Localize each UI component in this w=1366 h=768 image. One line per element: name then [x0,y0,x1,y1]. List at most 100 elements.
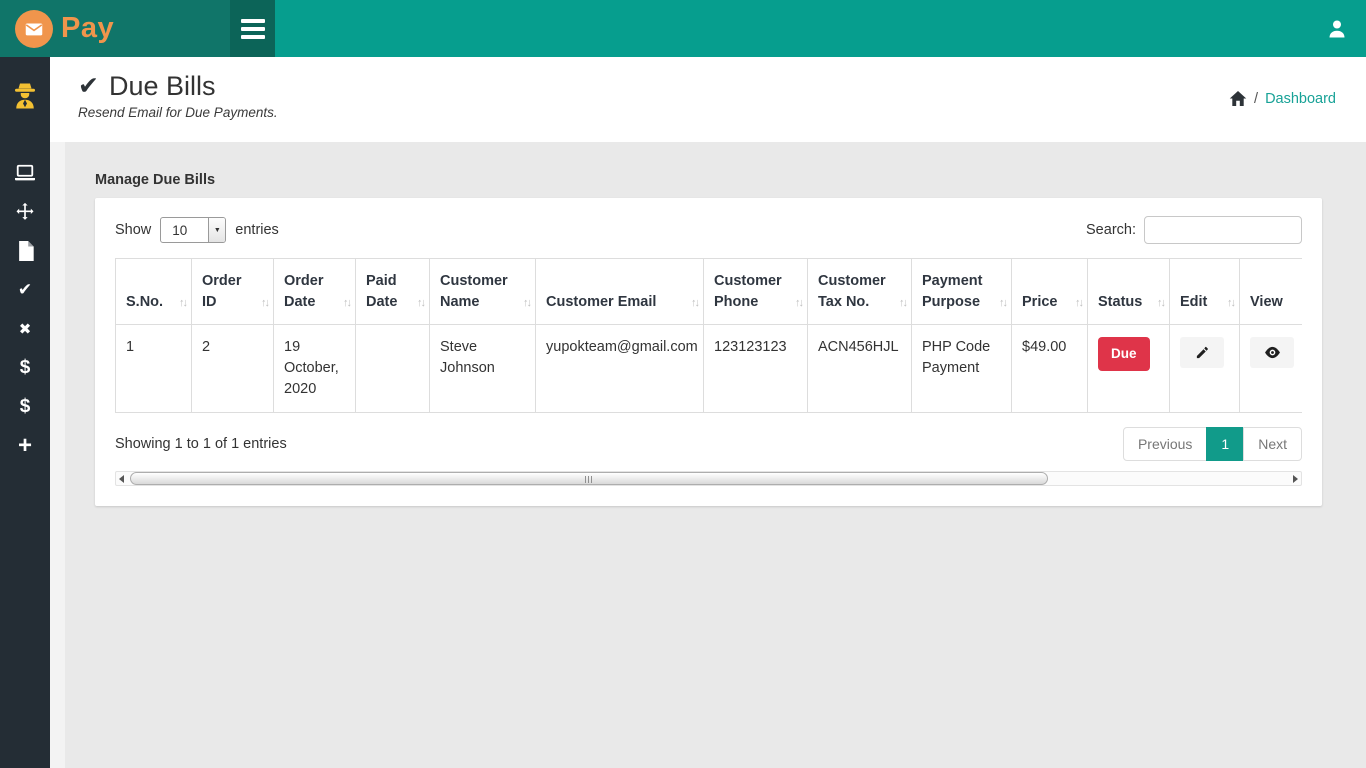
column-header-order-id[interactable]: Order ID↑↓ [192,259,274,325]
previous-page-button[interactable]: Previous [1123,427,1207,461]
scroll-right-icon[interactable] [1293,475,1298,483]
sort-icon: ↑↓ [691,296,698,312]
search-box: Search: [1086,216,1302,244]
column-header-customer-name[interactable]: Customer Name↑↓ [430,259,536,325]
close-icon: ✖ [19,320,32,338]
eye-icon [1264,345,1281,360]
view-button[interactable] [1250,337,1294,368]
laptop-icon [14,163,36,183]
cell-sno: 1 [116,325,192,413]
cell-view [1240,325,1303,413]
column-header-view[interactable]: View↑↓ [1240,259,1303,325]
status-badge-due[interactable]: Due [1098,337,1150,371]
cell-order-id: 2 [192,325,274,413]
cell-payment-purpose: PHP Code Payment [912,325,1012,413]
cell-price: $49.00 [1012,325,1088,413]
breadcrumb-separator: / [1254,91,1258,107]
file-icon [17,241,34,261]
cell-customer-name: Steve Johnson [430,325,536,413]
sort-icon: ↑↓ [1157,296,1164,312]
dollar-icon: $ [20,357,31,379]
scrollbar-thumb[interactable] [130,472,1048,485]
sort-icon: ↑↓ [261,296,268,312]
table-controls: Show 10 ▼ entries Search: [115,216,1302,244]
table-scroll-region: S.No.↑↓ Order ID↑↓ Order Date↑↓ Paid Dat… [115,258,1302,413]
move-icon [15,202,35,222]
pagination: Previous 1 Next [1124,427,1302,461]
next-page-button[interactable]: Next [1243,427,1302,461]
user-menu-button[interactable] [1308,0,1366,57]
sort-icon: ↑↓ [343,296,350,312]
column-header-sno[interactable]: S.No.↑↓ [116,259,192,325]
column-header-price[interactable]: Price↑↓ [1012,259,1088,325]
navbar [275,0,1366,57]
sort-icon: ↑↓ [179,296,186,312]
sidebar-item-payments[interactable]: $ [0,348,50,387]
home-icon[interactable] [1229,90,1247,107]
edit-button[interactable] [1180,337,1224,368]
horizontal-scrollbar[interactable] [115,471,1302,486]
column-header-customer-phone[interactable]: Customer Phone↑↓ [704,259,808,325]
column-header-customer-email[interactable]: Customer Email↑↓ [536,259,704,325]
section-heading: Manage Due Bills [95,172,1322,188]
sort-icon: ↑↓ [1075,296,1082,312]
brand-logo[interactable]: Pay [0,0,230,57]
cell-customer-phone: 123123123 [704,325,808,413]
page-subtitle: Resend Email for Due Payments. [78,105,1336,120]
dollar-icon: $ [20,396,31,418]
sort-icon: ↑↓ [795,296,802,312]
check-icon: ✔ [78,74,99,99]
sidebar-item-user-secret[interactable] [0,73,50,119]
sort-icon: ↑↓ [523,296,530,312]
breadcrumb-link-dashboard[interactable]: Dashboard [1265,91,1336,107]
chevron-down-icon: ▼ [208,218,225,242]
check-icon: ✔ [18,280,32,300]
scroll-left-icon[interactable] [119,475,124,483]
table-footer: Showing 1 to 1 of 1 entries Previous 1 N… [115,427,1302,461]
scrollbar-grip-icon [585,476,593,483]
sidebar-item-add-new[interactable]: + [0,426,50,465]
plus-icon: + [18,436,32,456]
due-bills-table: S.No.↑↓ Order ID↑↓ Order Date↑↓ Paid Dat… [115,258,1302,413]
sort-icon: ↑↓ [1227,296,1234,312]
sidebar: ✔ ✖ $ $ + [0,57,50,768]
due-bills-card: Show 10 ▼ entries Search: [95,198,1322,506]
sort-icon: ↑↓ [999,296,1006,312]
page-title: Due Bills [109,71,216,102]
user-icon [1325,17,1349,41]
entries-info: Showing 1 to 1 of 1 entries [115,436,287,452]
envelope-icon [15,10,53,48]
sidebar-item-due-bills[interactable]: ✖ [0,309,50,348]
column-header-customer-tax-no[interactable]: Customer Tax No.↑↓ [808,259,912,325]
cell-edit [1170,325,1240,413]
search-input[interactable] [1144,216,1302,244]
sidebar-item-reports[interactable] [0,231,50,270]
top-navbar: Pay [0,0,1366,57]
breadcrumb: / Dashboard [1229,90,1336,107]
column-header-status[interactable]: Status↑↓ [1088,259,1170,325]
sidebar-item-dashboard[interactable] [0,153,50,192]
sidebar-item-transactions[interactable]: $ [0,387,50,426]
main-content: Manage Due Bills Show 10 ▼ entries Searc… [50,142,1366,768]
column-header-payment-purpose[interactable]: Payment Purpose↑↓ [912,259,1012,325]
cell-customer-tax-no: ACN456HJL [808,325,912,413]
cell-status: Due [1088,325,1170,413]
brand-name: Pay [61,12,114,45]
column-header-order-date[interactable]: Order Date↑↓ [274,259,356,325]
column-header-edit[interactable]: Edit↑↓ [1170,259,1240,325]
sidebar-item-paid-bills[interactable]: ✔ [0,270,50,309]
length-menu: Show 10 ▼ entries [115,217,279,243]
column-header-paid-date[interactable]: Paid Date↑↓ [356,259,430,325]
cell-order-date: 19 October, 2020 [274,325,356,413]
cell-paid-date [356,325,430,413]
sort-icon: ↑↓ [417,296,424,312]
length-label-before: Show [115,222,151,238]
page-length-select[interactable]: 10 ▼ [160,217,226,243]
user-secret-icon [10,81,40,111]
menu-toggle-icon[interactable] [230,0,275,57]
page-length-value: 10 [161,218,208,242]
page-button-1[interactable]: 1 [1206,427,1244,461]
pencil-icon [1195,345,1210,360]
sidebar-item-move[interactable] [0,192,50,231]
cell-customer-email: yupokteam@gmail.com [536,325,704,413]
